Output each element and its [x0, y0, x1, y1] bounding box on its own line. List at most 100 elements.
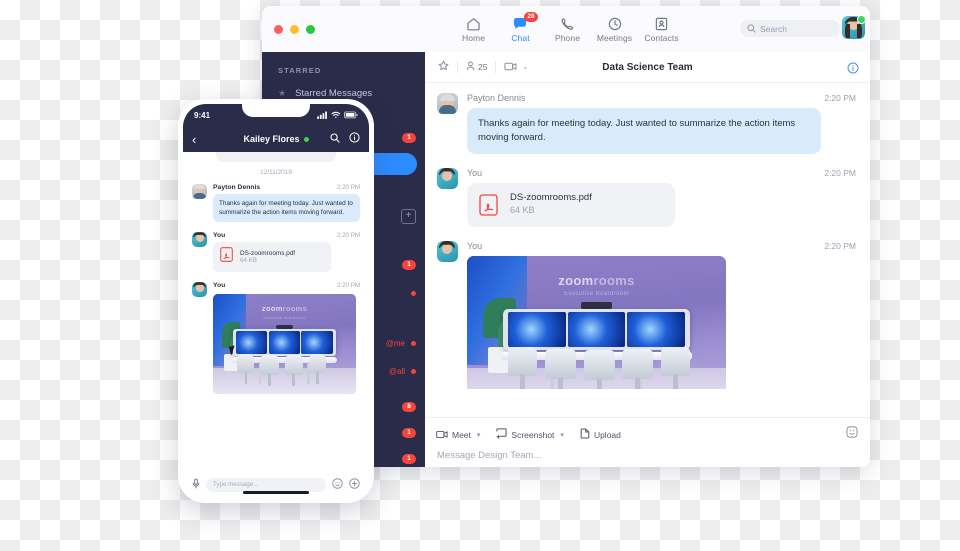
video-options-button[interactable]: ⌄	[496, 58, 536, 76]
star-icon: ★	[278, 87, 287, 98]
meet-button[interactable]: Meet ▾	[436, 426, 480, 444]
phone-conversation-title: Kailey Flores	[243, 134, 300, 144]
sidebar-unread-badge: 8	[402, 402, 416, 412]
member-count: 25	[478, 62, 488, 72]
microphone-icon[interactable]	[192, 476, 200, 494]
search-placeholder: Search	[760, 23, 787, 34]
sidebar-unread-badge: 1	[402, 133, 416, 143]
nav-item-meetings[interactable]: Meetings	[591, 11, 638, 43]
close-window-button[interactable]	[274, 25, 283, 34]
message-item: Payton Dennis 2:20 PM Thanks again for m…	[192, 184, 360, 223]
image-attachment[interactable]: zoomrooms Executive Boardroom	[213, 294, 356, 395]
avatar	[437, 93, 458, 114]
file-attachment[interactable]: DS-zoomrooms.pdf 64 KB	[467, 182, 675, 227]
pdf-icon	[479, 194, 498, 216]
message-item: You 2:20 PM zoomrooms Executive Boardroo…	[192, 282, 360, 395]
message-bubble: Thanks again for meeting today. Just wan…	[213, 194, 360, 223]
chevron-down-icon[interactable]: ▾	[477, 431, 481, 439]
info-circle-icon[interactable]	[349, 130, 360, 148]
message-bubble: Thanks again for meeting today. Just wan…	[467, 108, 821, 154]
upload-label: Upload	[593, 430, 621, 440]
message-sender: Payton Dennis	[213, 184, 261, 191]
message-timestamp: 2:20 PM	[824, 167, 856, 178]
sidebar-unread-badge: 1	[402, 260, 416, 270]
status-badge	[303, 136, 309, 142]
file-name: DS-zoomrooms.pdf	[510, 191, 592, 203]
phone-notch	[242, 104, 310, 117]
screenshot-button[interactable]: Screenshot ▾	[496, 426, 564, 444]
message-sender: Payton Dennis	[467, 93, 526, 103]
message-placeholder: Message Design Team...	[437, 450, 542, 461]
pdf-icon	[220, 247, 233, 267]
nav-label-contacts: Contacts	[644, 33, 679, 43]
avatar	[192, 282, 207, 298]
phone-message-list: 12/11/2018 Payton Dennis 2:20 PM Thanks …	[183, 152, 369, 471]
avatar	[192, 232, 207, 248]
image-subtitle: Executive Boardroom	[263, 316, 306, 321]
previous-message-partial	[216, 152, 336, 162]
file-name: DS-zoomrooms.pdf	[240, 250, 296, 258]
cellular-signal-icon	[317, 106, 328, 124]
nav-item-chat[interactable]: 28 Chat	[497, 11, 544, 43]
screenshot-icon	[496, 426, 508, 444]
chevron-left-icon[interactable]: ‹	[192, 133, 196, 146]
nav-label-phone: Phone	[554, 33, 581, 43]
search-input[interactable]: Search	[740, 20, 840, 37]
contact-card-icon	[655, 16, 668, 31]
message-sender: You	[213, 232, 226, 240]
file-attachment[interactable]: DS-zoomrooms.pdf 64 KB	[213, 242, 331, 273]
chat-header: 25 ⌄ Data Science Team	[425, 52, 870, 83]
nav-label-home: Home	[461, 33, 486, 43]
star-conversation-button[interactable]	[436, 58, 457, 76]
plus-circle-icon[interactable]	[349, 476, 360, 494]
search-icon[interactable]	[330, 130, 340, 148]
mention-label: @all	[388, 366, 405, 376]
nav-item-home[interactable]: Home	[450, 11, 497, 43]
nav-item-contacts[interactable]: Contacts	[638, 11, 685, 43]
plus-icon: +	[401, 208, 416, 224]
mention-label: @me	[385, 338, 405, 348]
avatar	[437, 240, 458, 262]
nav-label-meetings: Meetings	[596, 33, 633, 43]
video-camera-icon	[504, 58, 517, 76]
image-logo-text: zoomrooms	[558, 272, 635, 288]
message-timestamp: 2:20 PM	[824, 93, 856, 103]
upload-button[interactable]: Upload	[580, 426, 621, 444]
member-count-button[interactable]: 25	[458, 58, 495, 76]
sidebar-section-label: STARRED	[278, 66, 322, 75]
file-size: 64 KB	[510, 205, 535, 216]
star-outline-icon	[438, 58, 449, 76]
emoji-smile-icon[interactable]	[846, 425, 858, 443]
phone-message-placeholder: Type message...	[213, 481, 259, 488]
video-camera-icon	[436, 426, 448, 444]
phone-message-input[interactable]: Type message...	[206, 477, 326, 492]
avatar	[192, 184, 207, 199]
unread-dot	[411, 368, 416, 374]
user-profile-button[interactable]	[842, 15, 866, 39]
phone-screen: 9:41 ‹ Kailey Flores 12/11/2018 Payton D…	[183, 104, 369, 498]
nav-item-phone[interactable]: Phone	[544, 11, 591, 43]
phone-home-indicator	[243, 491, 309, 494]
emoji-smile-icon[interactable]	[332, 476, 343, 494]
date-divider: 12/11/2018	[259, 169, 293, 176]
message-timestamp: 2:20 PM	[336, 232, 360, 240]
screenshot-label: Screenshot	[511, 430, 555, 440]
meet-label: Meet	[452, 430, 471, 440]
chevron-down-icon[interactable]: ▾	[560, 431, 564, 439]
phone-nav-bar: ‹ Kailey Flores	[183, 126, 369, 152]
person-icon	[466, 58, 475, 76]
wifi-icon	[331, 106, 341, 124]
message-sender: You	[467, 240, 483, 251]
image-subtitle: Executive Boardroom	[564, 290, 629, 297]
file-size: 64 KB	[240, 257, 257, 265]
info-circle-icon[interactable]	[847, 61, 859, 79]
window-titlebar: Home 28 Chat Phone Meetings Contacts Sea…	[262, 6, 870, 53]
maximize-window-button[interactable]	[306, 25, 315, 34]
message-timestamp: 2:20 PM	[824, 240, 856, 251]
chevron-down-icon: ⌄	[522, 64, 529, 71]
message-input[interactable]: Message Design Team...	[425, 444, 870, 467]
minimize-window-button[interactable]	[290, 25, 299, 34]
image-attachment[interactable]: zoomrooms Executive Boardroom	[467, 255, 726, 389]
home-icon	[466, 16, 481, 31]
message-item: Payton Dennis 2:20 PM Thanks again for m…	[437, 93, 856, 154]
